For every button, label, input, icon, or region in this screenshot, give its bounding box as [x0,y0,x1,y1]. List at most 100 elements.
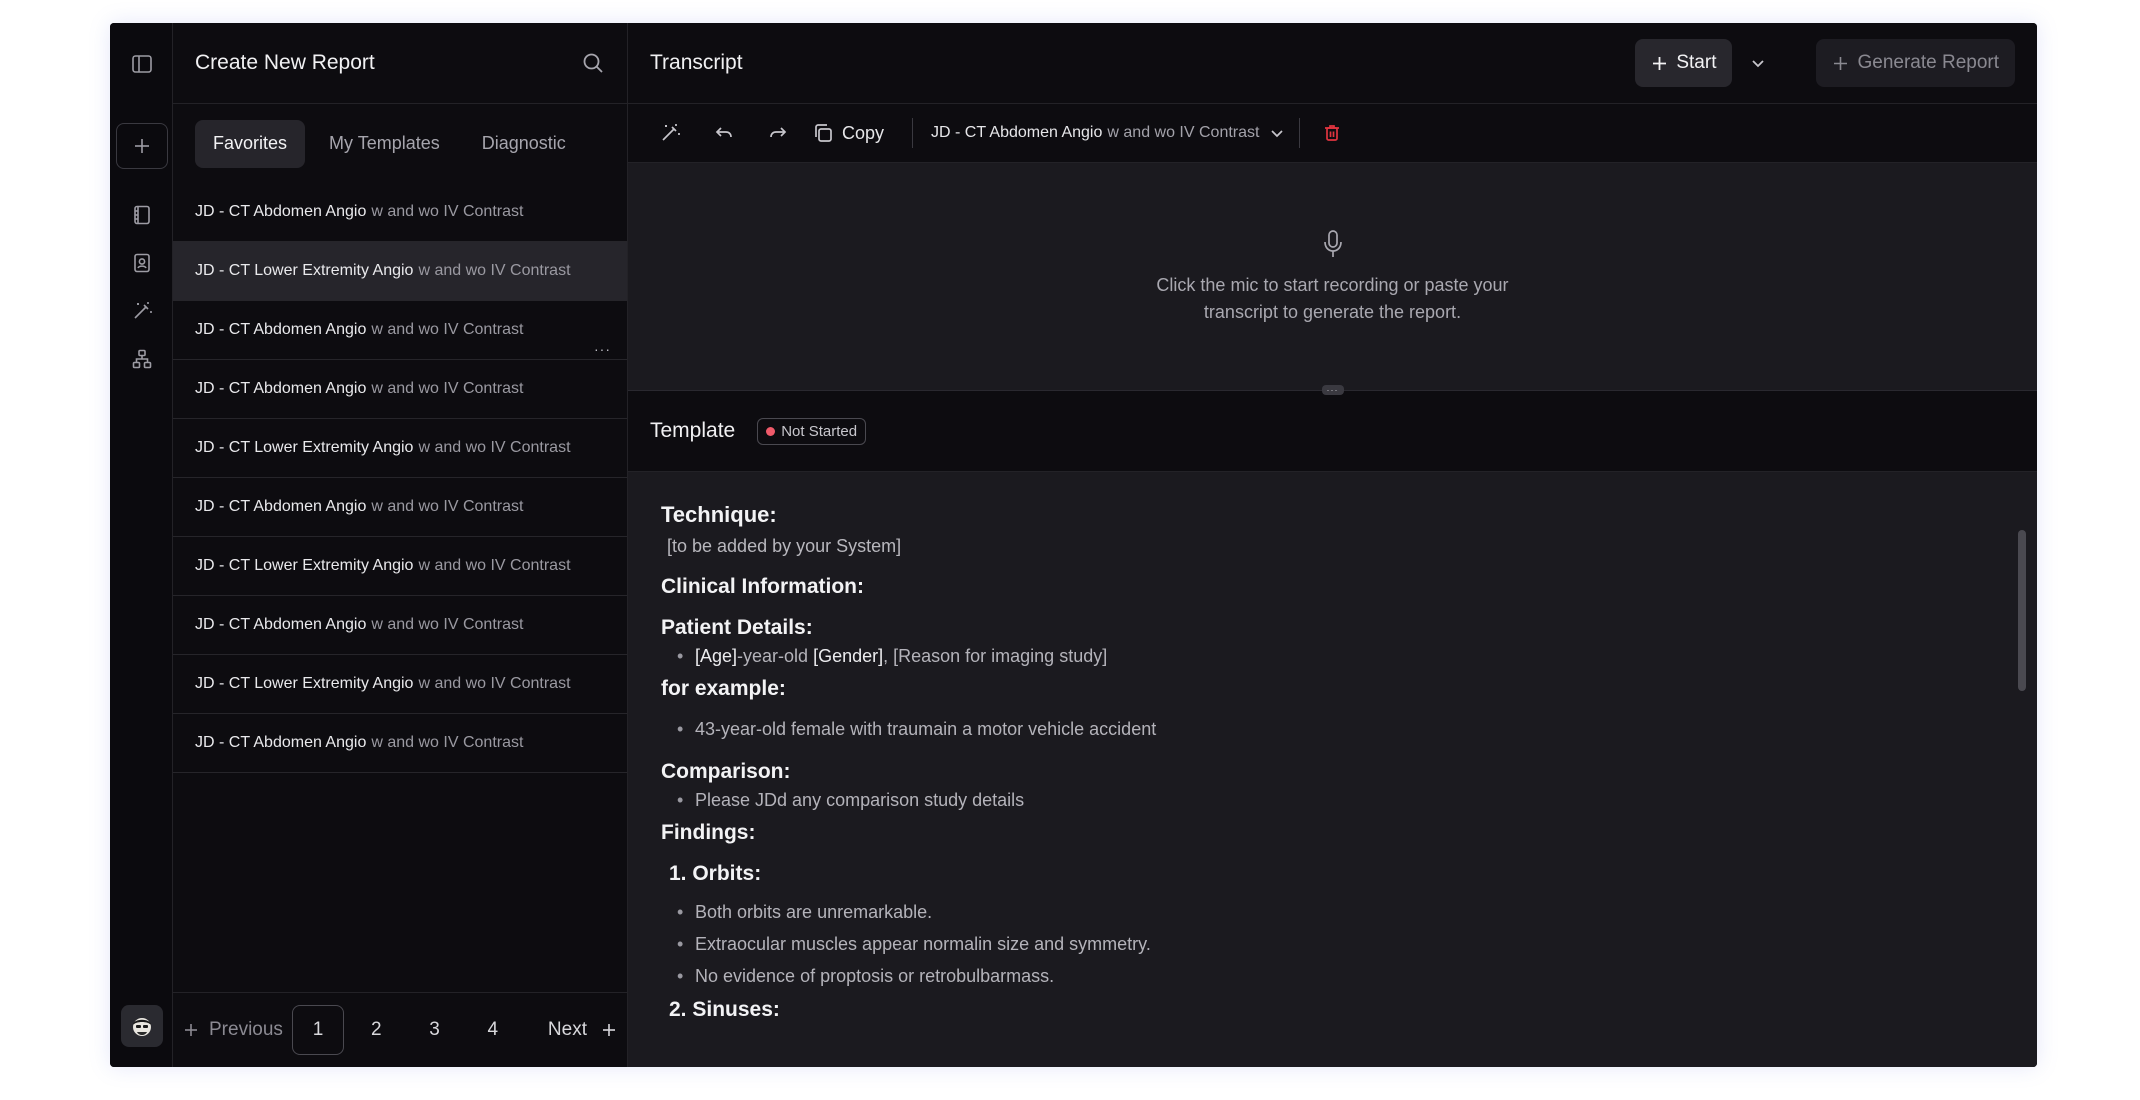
template-name: JD - CT Abdomen Angio [195,734,367,751]
plus-icon [1653,56,1667,70]
start-label: Start [1676,52,1717,73]
copy-button[interactable]: Copy [812,113,884,153]
technique-heading: Technique: [661,502,777,527]
enhance-button[interactable] [650,113,690,153]
page-2-button[interactable]: 2 [350,1005,402,1055]
patient-item: [Age]-year-old [Gender], [Reason for ima… [661,646,2004,667]
microphone-icon [1323,229,1342,257]
previous-label: Previous [209,1019,283,1040]
sidebar-toggle-button[interactable] [110,41,173,87]
start-button[interactable]: Start [1635,39,1733,87]
template-suffix: w and wo IV Contrast [371,321,524,338]
template-select[interactable]: JD - CT Abdomen Angio w and wo IV Contras… [931,113,1285,153]
editor-toolbar: Copy JD - CT Abdomen Angio w and wo IV Co… [628,104,2037,163]
template-suffix: w and wo IV Contrast [418,557,571,574]
patient-heading: Patient Details: [661,616,813,639]
orbits-item: No evidence of proptosis or retrobulbarm… [661,960,2004,992]
template-suffix: w and wo IV Contrast [418,675,571,692]
search-button[interactable] [581,51,605,75]
contact-book-icon [133,253,150,273]
tab-favorites[interactable]: Favorites [195,119,306,168]
avatar [120,1005,163,1047]
template-list: JD - CT Abdomen Angio w and wo IV Contras… [173,183,627,773]
selected-template-name: JD - CT Abdomen Angio [931,124,1103,141]
age-placeholder: [Age] [695,646,738,666]
transcript-header: Transcript Start Generate Report [628,23,2037,104]
template-suffix: w and wo IV Contrast [371,734,524,751]
template-row[interactable]: JD - CT Abdomen Angio w and wo IV Contras… [173,360,627,419]
template-row[interactable]: JD - CT Lower Extremity Angio w and wo IV… [173,655,627,714]
gender-placeholder: [Gender] [813,646,884,666]
orbits-item: Extraocular muscles appear normalin size… [661,928,2004,960]
template-suffix: w and wo IV Contrast [371,616,524,633]
transcript-hint: Click the mic to start recording or past… [1156,274,1509,322]
redo-button[interactable] [758,113,798,153]
tab-diagnostic[interactable]: Diagnostic [464,120,584,168]
transcript-area[interactable]: Click the mic to start recording or past… [628,163,2037,395]
technique-text: [to be added by your System] [667,536,902,556]
template-name: JD - CT Abdomen Angio [195,203,367,220]
icon-rail [110,23,173,1067]
comparison-item: Please JDd any comparison study details [661,790,2004,811]
copy-label: Copy [842,122,885,143]
status-label: Not Started [781,422,858,440]
page-4-button[interactable]: 4 [467,1005,519,1055]
plus-icon [134,139,149,153]
undo-button[interactable] [704,113,744,153]
template-name: JD - CT Abdomen Angio [195,616,367,633]
template-suffix: w and wo IV Contrast [418,439,571,456]
template-content[interactable]: Technique: [to be added by your System] … [628,472,2037,1067]
template-suffix: w and wo IV Contrast [371,203,524,220]
example-item: 43-year-old female with traumain a motor… [661,719,2004,740]
chevron-down-icon [1752,60,1765,68]
hierarchy-icon [132,349,151,369]
template-suffix: w and wo IV Contrast [371,498,524,515]
workflow-nav-button[interactable] [110,339,173,379]
next-page-button[interactable]: Next [542,1005,623,1055]
ai-tools-nav-button[interactable] [110,291,173,331]
example-heading: for example: [661,677,786,700]
reason-placeholder: , [Reason for imaging study] [883,646,1108,666]
template-header: Template Not Started [628,391,2037,472]
template-name: JD - CT Lower Extremity Angio [195,675,414,692]
toolbar-divider [912,118,914,148]
undo-icon [715,127,732,138]
template-row[interactable]: JD - CT Lower Extremity Angio w and wo IV… [173,537,627,596]
clinical-heading: Clinical Information: [661,575,865,598]
next-label: Next [547,1019,587,1040]
template-name: JD - CT Lower Extremity Angio [195,557,414,574]
template-row-selected[interactable]: JD - CT Lower Extremity Angio w and wo IV… [173,242,627,301]
search-icon [583,53,603,73]
plus-icon [185,1024,197,1036]
resize-handle[interactable]: ··· [1321,385,1344,395]
transcript-title: Transcript [650,51,743,74]
start-options-button[interactable] [1740,55,1776,71]
user-avatar-button[interactable] [110,1004,173,1048]
template-row[interactable]: JD - CT Abdomen Angio w and wo IV Contras… [173,183,627,242]
previous-page-button[interactable]: Previous [177,1005,289,1055]
mic-button[interactable] [1318,228,1348,260]
comparison-heading: Comparison: [661,760,791,783]
template-row[interactable]: JD - CT Abdomen Angio w and wo IV Contras… [173,596,627,655]
app-window: Create New Report Favorites My Templates… [110,23,2037,1067]
film-icon [133,205,150,225]
page-3-button[interactable]: 3 [408,1005,460,1055]
template-row[interactable]: JD - CT Lower Extremity Angio w and wo IV… [173,419,627,478]
template-row[interactable]: JD - CT Abdomen Angio w and wo IV Contras… [173,301,627,360]
magic-wand-icon [133,302,152,319]
reports-nav-button[interactable] [110,195,173,235]
tab-my-templates[interactable]: My Templates [311,120,458,168]
generate-report-button[interactable]: Generate Report [1816,39,2015,87]
row-more-button[interactable]: ··· [594,341,611,357]
delete-button[interactable] [1312,113,1352,153]
status-badge: Not Started [757,417,867,445]
findings-heading: Findings: [661,821,756,844]
content-scrollbar[interactable] [2018,530,2026,691]
template-row[interactable]: JD - CT Abdomen Angio w and wo IV Contras… [173,478,627,537]
new-report-button[interactable] [110,122,173,170]
panel-title: Create New Report [195,51,375,74]
template-name: JD - CT Lower Extremity Angio [195,439,414,456]
page-1-button[interactable]: 1 [291,1005,345,1055]
template-row[interactable]: JD - CT Abdomen Angio w and wo IV Contras… [173,714,627,773]
contacts-nav-button[interactable] [110,243,173,283]
